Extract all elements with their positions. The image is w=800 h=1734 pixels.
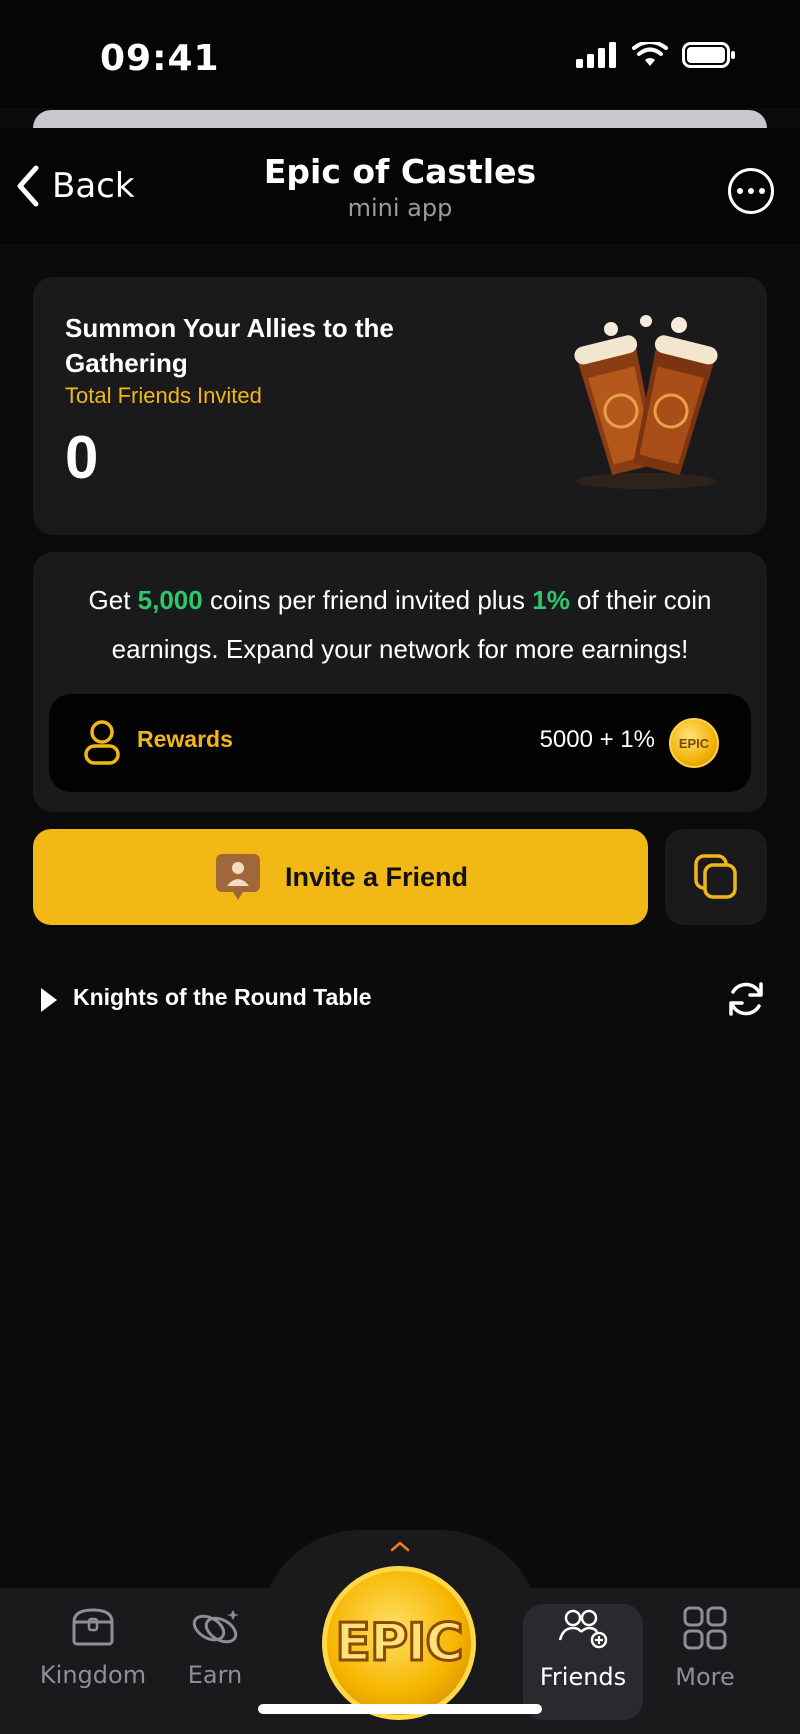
grid-icon [683, 1606, 727, 1650]
epic-coin-icon: EPIC [669, 718, 719, 768]
summary-title: Summon Your Allies to the Gathering [65, 313, 394, 378]
tab-label: More [675, 1663, 735, 1691]
epic-center-button[interactable]: EPIC [322, 1566, 476, 1720]
epic-label: EPIC [334, 1612, 465, 1675]
tab-earn[interactable]: Earn [155, 1606, 275, 1689]
page-title: Epic of Castles [263, 152, 537, 191]
wifi-icon [632, 42, 668, 66]
tab-friends[interactable]: Friends [523, 1604, 643, 1720]
rewards-label: Rewards [137, 726, 233, 752]
copy-icon [694, 854, 737, 899]
treasure-chest-icon [72, 1608, 114, 1646]
referral-info-card: Get 5,000 coins per friend invited plus … [33, 552, 767, 812]
nav-header: Back Epic of Castles mini app [0, 128, 800, 244]
invite-label: Invite a Friend [284, 861, 469, 892]
disclosure-triangle-icon[interactable] [39, 986, 59, 1014]
user-icon [84, 720, 120, 765]
add-friends-icon [558, 1609, 608, 1649]
promo-text: coins per friend invited plus [202, 585, 533, 615]
status-icons [576, 42, 736, 68]
copy-link-button[interactable] [665, 829, 767, 925]
promo-coins: 5,000 [137, 585, 203, 615]
referral-description: Get 5,000 coins per friend invited plus … [53, 576, 747, 674]
home-indicator [258, 1704, 542, 1714]
invite-friend-button[interactable]: Invite a Friend [33, 829, 648, 925]
friends-list-section: Knights of the Round Table [33, 970, 767, 1030]
promo-text: Get [88, 585, 138, 615]
status-bar: 09:41 [0, 0, 800, 108]
friends-count: 0 [65, 424, 99, 491]
signal-icon [576, 42, 616, 68]
status-time: 09:41 [100, 38, 220, 79]
tab-label: Friends [539, 1663, 627, 1691]
tab-kingdom[interactable]: Kingdom [33, 1606, 153, 1689]
coin-label: EPIC [678, 735, 710, 751]
dot-icon [759, 188, 765, 194]
summary-subtitle: Total Friends Invited [65, 383, 262, 408]
friends-summary-card: Summon Your Allies to the Gathering Tota… [33, 277, 767, 535]
rewards-bar: Rewards 5000 + 1% EPIC [49, 694, 751, 792]
refresh-icon[interactable] [725, 978, 767, 1020]
battery-icon [682, 42, 735, 68]
more-options-button[interactable] [728, 168, 774, 214]
tab-label: Earn [187, 1661, 243, 1689]
section-title: Knights of the Round Table [73, 984, 372, 1010]
contact-badge-icon [215, 854, 260, 900]
tab-more[interactable]: More [645, 1606, 765, 1691]
dot-icon [737, 188, 743, 194]
tab-label: Kingdom [39, 1661, 147, 1689]
dot-icon [748, 188, 754, 194]
coins-icon [192, 1610, 239, 1644]
page-subtitle: mini app [347, 194, 453, 222]
chevron-up-icon[interactable] [390, 1540, 410, 1552]
rewards-value: 5000 + 1% [539, 726, 655, 753]
promo-percent: 1% [532, 585, 570, 615]
beer-mugs-illustration [574, 315, 718, 489]
